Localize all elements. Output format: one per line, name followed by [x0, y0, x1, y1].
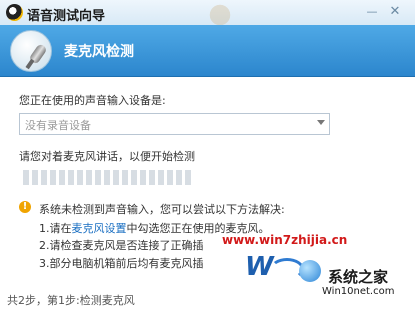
- watermark-globe-icon: [299, 260, 321, 282]
- level-segment: [158, 170, 164, 185]
- tip-item: 2.请检查麦克风是否连接了正确插: [39, 239, 204, 252]
- tip-item: 3.部分电脑机箱前后均有麦克风插: [39, 257, 204, 270]
- level-segment: [59, 170, 65, 185]
- step-indicator: 共2步，第1步:检测麦克风: [7, 294, 135, 307]
- volume-level-meter: [23, 170, 194, 185]
- level-segment: [68, 170, 74, 185]
- input-device-select[interactable]: 没有录音设备: [19, 113, 330, 135]
- close-button[interactable]: ✕: [387, 5, 403, 19]
- microphone-icon: [10, 30, 52, 72]
- title-bar: 语音测试向导 — ✕: [0, 0, 415, 26]
- microphone-settings-link[interactable]: 麦克风设置: [72, 222, 127, 235]
- level-segment: [176, 170, 182, 185]
- warning-icon: !: [19, 201, 31, 213]
- step-title: 麦克风检测: [64, 44, 134, 60]
- watermark-decoration: [190, 0, 250, 25]
- wizard-header: 麦克风检测: [0, 25, 415, 77]
- watermark-site: www.win7zhijia.cn: [222, 233, 348, 247]
- level-segment: [23, 170, 29, 185]
- level-segment: [131, 170, 137, 185]
- level-segment: [149, 170, 155, 185]
- watermark-brand: 系统之家: [328, 268, 389, 286]
- level-segment: [32, 170, 38, 185]
- level-segment: [86, 170, 92, 185]
- tip-text: 1.请在: [39, 222, 72, 235]
- chevron-down-icon[interactable]: [317, 120, 325, 125]
- level-segment: [50, 170, 56, 185]
- selected-device: 没有录音设备: [25, 119, 91, 132]
- level-segment: [77, 170, 83, 185]
- level-segment: [104, 170, 110, 185]
- level-segment: [140, 170, 146, 185]
- window-title: 语音测试向导: [27, 9, 106, 24]
- level-segment: [41, 170, 47, 185]
- level-segment: [95, 170, 101, 185]
- level-segment: [185, 170, 191, 185]
- level-segment: [122, 170, 128, 185]
- warning-text: 系统未检测到声音输入，您可以尝试以下方法解决:: [39, 203, 285, 216]
- watermark-logo-icon: W: [245, 252, 274, 282]
- microphone-handle-icon: [25, 58, 35, 70]
- speak-prompt: 请您对着麦克风讲话，以便开始检测: [19, 150, 195, 163]
- level-segment: [167, 170, 173, 185]
- qq-penguin-icon: [6, 4, 23, 21]
- minimize-button[interactable]: —: [364, 5, 380, 19]
- device-label: 您正在使用的声音输入设备是:: [19, 94, 166, 107]
- level-segment: [113, 170, 119, 185]
